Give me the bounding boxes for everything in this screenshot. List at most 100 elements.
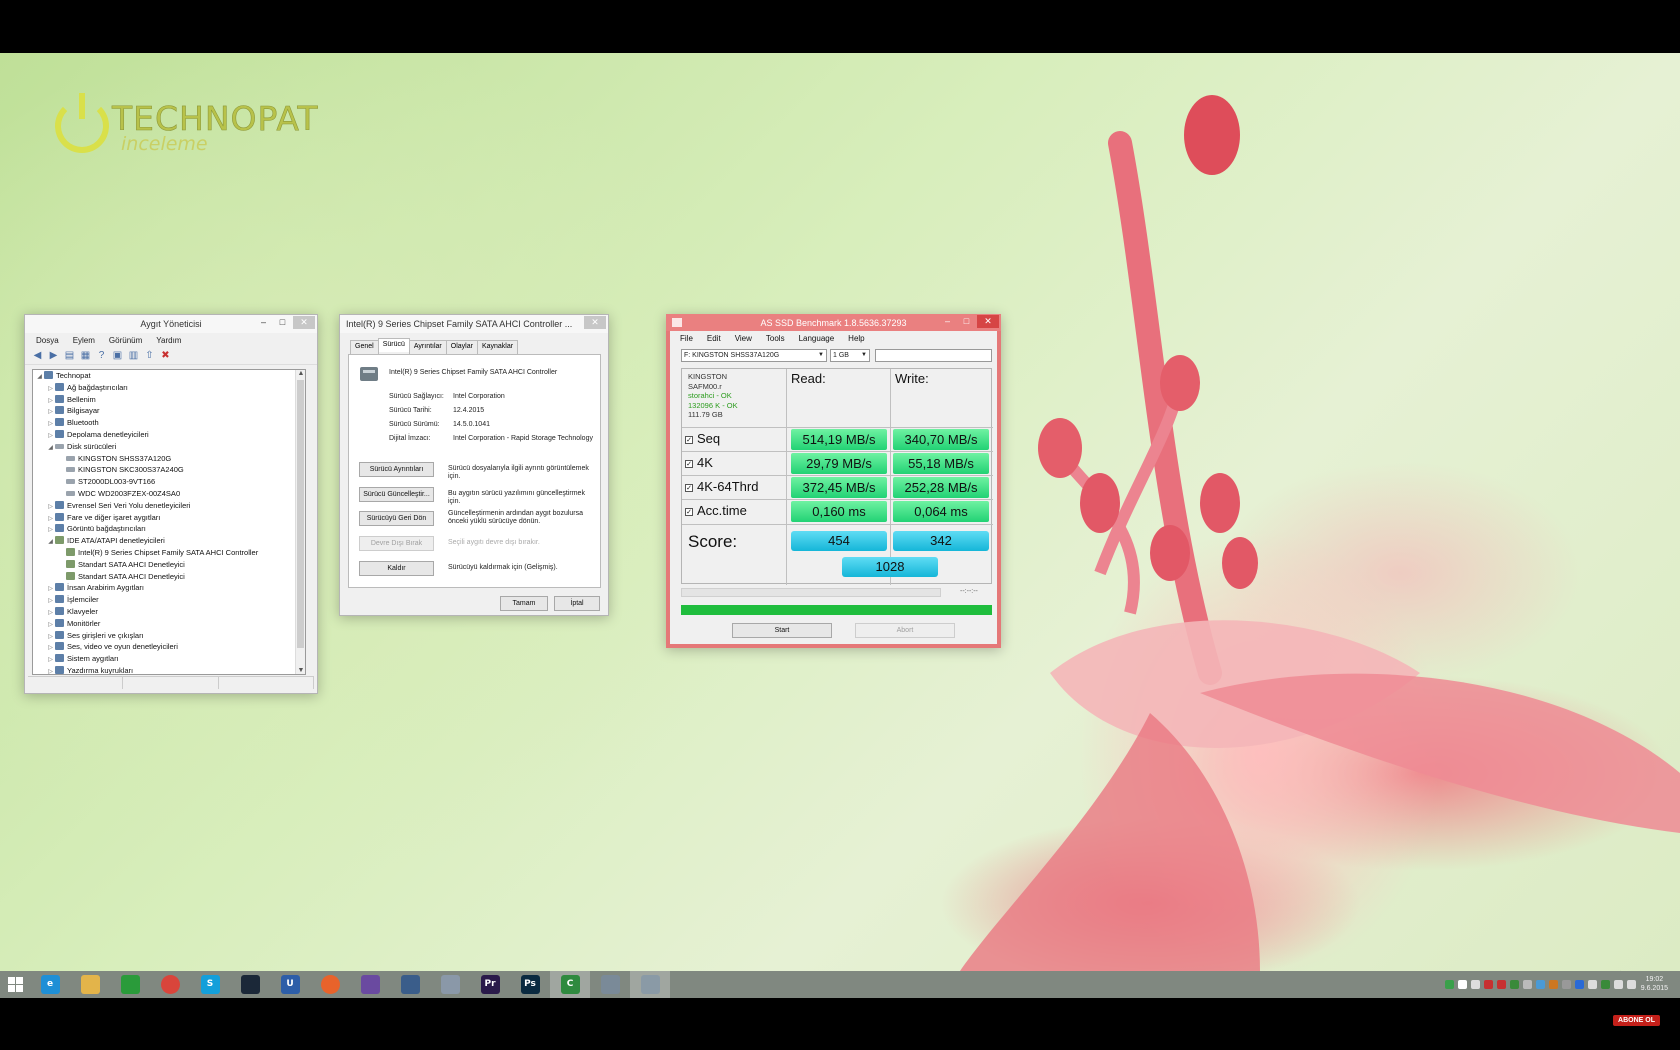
drive-select[interactable]: F: KINGSTON SHSS37A120G ▼ bbox=[681, 349, 827, 362]
tree-item[interactable]: ▷ Monitörler bbox=[33, 618, 305, 630]
tab-2[interactable]: Ayrıntılar bbox=[408, 340, 447, 354]
minimize-button[interactable]: – bbox=[939, 315, 956, 328]
ok-button[interactable]: Tamam bbox=[500, 596, 548, 611]
tree-item[interactable]: ▷ Görüntü bağdaştırıcıları bbox=[33, 523, 305, 535]
test-checkbox[interactable]: ✓ bbox=[685, 436, 693, 444]
tree-item[interactable]: ▷ Sistem aygıtları bbox=[33, 653, 305, 665]
tray-icon[interactable] bbox=[1536, 980, 1545, 989]
tree-item[interactable]: ▷ Ses, video ve oyun denetleyicileri bbox=[33, 641, 305, 653]
menu-item[interactable]: Edit bbox=[707, 334, 721, 343]
update-driver-icon[interactable]: ⇧ bbox=[144, 350, 155, 361]
maximize-button[interactable]: □ bbox=[958, 315, 975, 328]
tree-item[interactable]: ▷ Ses girişleri ve çıkışları bbox=[33, 630, 305, 642]
tree-item[interactable]: KINGSTON SHSS37A120G bbox=[33, 453, 305, 465]
abort-button[interactable]: Abort bbox=[855, 623, 955, 638]
taskbar-app[interactable] bbox=[110, 971, 150, 998]
menu-item[interactable]: Görünüm bbox=[109, 336, 142, 345]
tray-icon[interactable] bbox=[1523, 980, 1532, 989]
tree-item[interactable]: ◢ Technopat bbox=[33, 370, 305, 382]
forward-icon[interactable]: ▶ bbox=[48, 350, 59, 361]
menu-item[interactable]: Help bbox=[848, 334, 864, 343]
tree-item[interactable]: ▷ Klavyeler bbox=[33, 606, 305, 618]
taskbar-app[interactable]: Pr bbox=[470, 971, 510, 998]
device-view-icon[interactable]: ▣ bbox=[112, 350, 123, 361]
menu-item[interactable]: Language bbox=[799, 334, 835, 343]
help-icon[interactable]: ? bbox=[96, 350, 107, 361]
close-button[interactable]: ✕ bbox=[584, 316, 606, 329]
test-row-label[interactable]: ✓ 4K-64Thrd bbox=[685, 479, 758, 494]
subscribe-button[interactable]: ABONE OL bbox=[1613, 1015, 1660, 1026]
tray-icon[interactable] bbox=[1562, 980, 1571, 989]
tree-item[interactable]: ▷ İnsan Arabirim Aygıtları bbox=[33, 582, 305, 594]
test-row-label[interactable]: ✓ Seq bbox=[685, 431, 720, 446]
driver-action-button[interactable]: Sürücüyü Geri Dön bbox=[359, 511, 434, 526]
scroll-down-icon[interactable]: ▼ bbox=[296, 667, 305, 674]
close-button[interactable]: ✕ bbox=[977, 315, 999, 328]
taskbar-app[interactable] bbox=[390, 971, 430, 998]
tray-icon[interactable] bbox=[1575, 980, 1584, 989]
tab-3[interactable]: Olaylar bbox=[445, 340, 478, 354]
driver-action-button[interactable]: Sürücü Güncelleştir... bbox=[359, 487, 434, 502]
menu-item[interactable]: Eylem bbox=[73, 336, 95, 345]
scroll-up-icon[interactable]: ▲ bbox=[296, 370, 305, 377]
tray-icon[interactable] bbox=[1471, 980, 1480, 989]
expand-icon[interactable]: ▷ bbox=[46, 667, 55, 674]
size-select[interactable]: 1 GB ▼ bbox=[830, 349, 870, 362]
clock[interactable]: 19:02 9.6.2015 bbox=[1641, 975, 1668, 993]
tree-item[interactable]: ▷ Bilgisayar bbox=[33, 405, 305, 417]
device-manager-titlebar[interactable]: Aygıt Yöneticisi – □ ✕ bbox=[25, 315, 317, 333]
show-hide-tree-icon[interactable]: ▤ bbox=[64, 350, 75, 361]
driver-action-button[interactable]: Devre Dışı Bırak bbox=[359, 536, 434, 551]
tree-item[interactable]: ▷ Bluetooth bbox=[33, 417, 305, 429]
test-checkbox[interactable]: ✓ bbox=[685, 508, 693, 516]
tray-icon[interactable] bbox=[1497, 980, 1506, 989]
tree-item[interactable]: ST2000DL003-9VT166 bbox=[33, 476, 305, 488]
taskbar-app[interactable]: Ps bbox=[510, 971, 550, 998]
tree-item[interactable]: ▷ İşlemciler bbox=[33, 594, 305, 606]
taskbar-app[interactable] bbox=[430, 971, 470, 998]
tray-icon[interactable] bbox=[1484, 980, 1493, 989]
tree-item[interactable]: Standart SATA AHCI Denetleyici bbox=[33, 559, 305, 571]
tree-item[interactable]: ▷ Depolama denetleyicileri bbox=[33, 429, 305, 441]
taskbar-app[interactable] bbox=[70, 971, 110, 998]
as-ssd-window[interactable]: AS SSD Benchmark 1.8.5636.37293 – □ ✕ Fi… bbox=[666, 314, 1001, 648]
device-tree[interactable]: ◢ Technopat ▷ Ağ bağdaştırıcıları ▷ Bellenim ▷… bbox=[32, 369, 306, 675]
test-checkbox[interactable]: ✓ bbox=[685, 484, 693, 492]
tab-4[interactable]: Kaynaklar bbox=[476, 340, 519, 354]
driver-action-button[interactable]: Sürücü Ayrıntıları bbox=[359, 462, 434, 477]
taskbar-app[interactable] bbox=[310, 971, 350, 998]
driver-properties-window[interactable]: Intel(R) 9 Series Chipset Family SATA AH… bbox=[339, 314, 609, 616]
tree-item[interactable]: ◢ Disk sürücüleri bbox=[33, 441, 305, 453]
taskbar-app[interactable] bbox=[350, 971, 390, 998]
menu-item[interactable]: View bbox=[735, 334, 752, 343]
taskbar-app[interactable]: U bbox=[270, 971, 310, 998]
tray-icon[interactable] bbox=[1601, 980, 1610, 989]
as-ssd-titlebar[interactable]: AS SSD Benchmark 1.8.5636.37293 – □ ✕ bbox=[666, 314, 1001, 331]
taskbar-app[interactable]: C bbox=[550, 971, 590, 998]
menu-item[interactable]: Yardım bbox=[156, 336, 181, 345]
test-checkbox[interactable]: ✓ bbox=[685, 460, 693, 468]
properties-icon[interactable]: ▦ bbox=[80, 350, 91, 361]
tree-item[interactable]: ▷ Ağ bağdaştırıcıları bbox=[33, 382, 305, 394]
taskbar-app[interactable]: S bbox=[190, 971, 230, 998]
tree-scrollbar[interactable]: ▲ ▼ bbox=[295, 370, 305, 674]
tab-0[interactable]: Genel bbox=[350, 340, 379, 354]
tree-item[interactable]: ▷ Evrensel Seri Veri Yolu denetleyicileri bbox=[33, 500, 305, 512]
tray-icon[interactable] bbox=[1445, 980, 1454, 989]
tray-icon[interactable] bbox=[1614, 980, 1623, 989]
test-row-label[interactable]: ✓ Acc.time bbox=[685, 503, 747, 518]
tree-item[interactable]: ▷ Bellenim bbox=[33, 394, 305, 406]
tab-1[interactable]: Sürücü bbox=[377, 338, 410, 352]
driver-action-button[interactable]: Kaldır bbox=[359, 561, 434, 576]
minimize-button[interactable]: – bbox=[255, 316, 272, 329]
start-button[interactable]: Start bbox=[732, 623, 832, 638]
tray-icon[interactable] bbox=[1627, 980, 1636, 989]
tree-item[interactable]: WDC WD2003FZEX-00Z4SA0 bbox=[33, 488, 305, 500]
device-manager-window[interactable]: Aygıt Yöneticisi – □ ✕ Dosya Eylem Görünüm… bbox=[24, 314, 318, 694]
tree-item[interactable]: KINGSTON SKC300S37A240G bbox=[33, 464, 305, 476]
tray-icon[interactable] bbox=[1458, 980, 1467, 989]
close-button[interactable]: ✕ bbox=[293, 316, 315, 329]
taskbar-app[interactable] bbox=[150, 971, 190, 998]
menu-item[interactable]: File bbox=[680, 334, 693, 343]
scrollbar-thumb[interactable] bbox=[297, 380, 304, 648]
